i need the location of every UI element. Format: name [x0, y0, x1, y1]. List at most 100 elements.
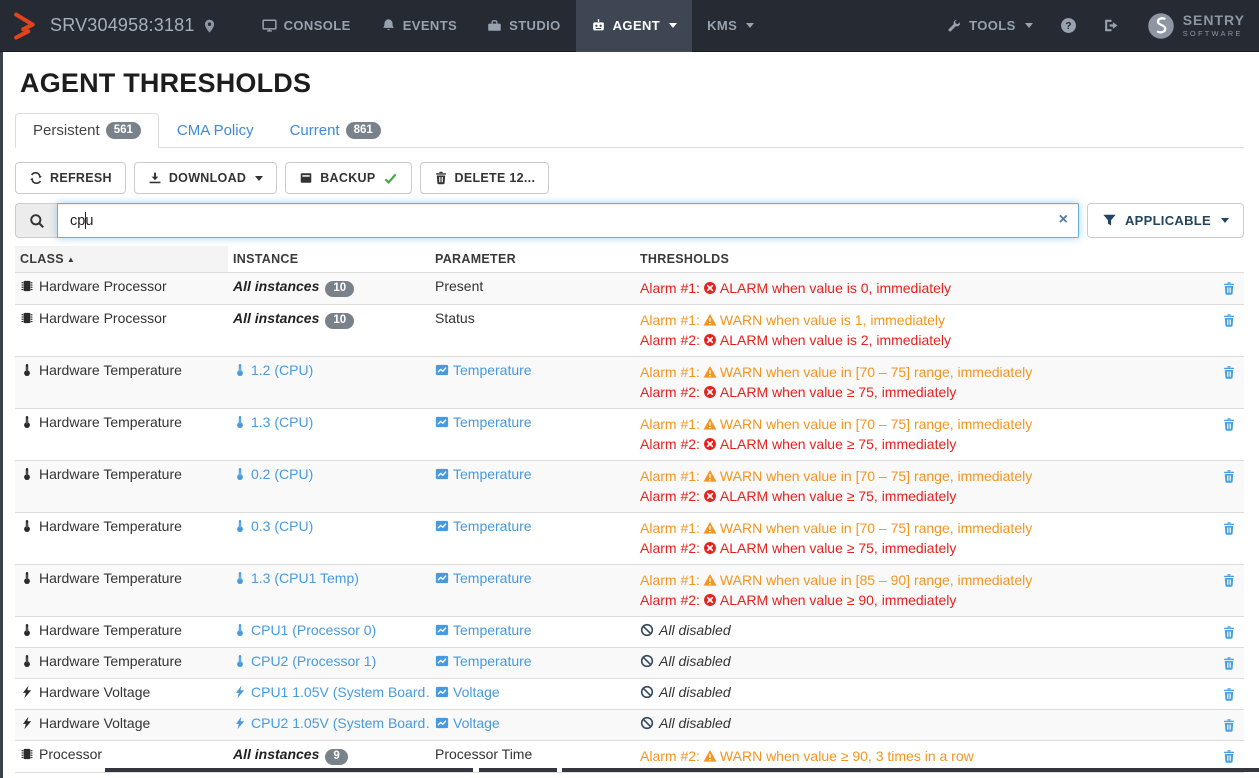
sentry-logo-icon[interactable] — [12, 11, 38, 41]
class-cell: Hardware Temperature — [15, 461, 228, 513]
delete-row-button[interactable] — [1222, 687, 1236, 703]
column-header-actions — [1200, 246, 1244, 273]
parameter-link[interactable]: Temperature — [435, 362, 532, 378]
menu-item-kms[interactable]: KMS — [692, 0, 769, 52]
class-label: Hardware Temperature — [39, 362, 182, 378]
parameter-link[interactable]: Temperature — [435, 518, 532, 534]
column-header-parameter[interactable]: PARAMETER — [430, 246, 635, 273]
thresholds-cell: All disabled — [635, 617, 1200, 648]
class-cell: Hardware Voltage — [15, 679, 228, 710]
help-button[interactable]: ? — [1047, 17, 1090, 34]
parameter-link[interactable]: Temperature — [435, 653, 532, 669]
delete-row-button[interactable] — [1222, 521, 1236, 537]
warning-icon — [703, 469, 717, 483]
search-input[interactable] — [57, 203, 1079, 238]
parameter-link[interactable]: Voltage — [435, 715, 500, 731]
parameter-link[interactable]: Temperature — [435, 570, 532, 586]
instance-link[interactable]: 1.2 (CPU) — [233, 362, 313, 378]
threshold-line: Alarm #1:WARN when value in [85 – 90] ra… — [640, 570, 1195, 590]
instance-link[interactable]: 0.3 (CPU) — [233, 518, 313, 534]
menu-item-events[interactable]: EVENTS — [366, 0, 472, 52]
instance-cell: CPU2 (Processor 1) — [228, 648, 430, 679]
table-row: Hardware Temperature 0.2 (CPU) Temperature… — [15, 461, 1244, 513]
actions-cell — [1200, 409, 1244, 461]
actions-cell — [1200, 710, 1244, 741]
column-header-class[interactable]: CLASS▲ — [15, 246, 228, 273]
parameter-link[interactable]: Temperature — [435, 622, 532, 638]
chevron-down-icon — [746, 23, 754, 28]
text-cursor — [85, 212, 86, 229]
backup-button[interactable]: BACKUP — [285, 162, 411, 194]
delete-row-button[interactable] — [1222, 313, 1236, 329]
button-label: DELETE 12... — [455, 171, 536, 185]
tools-menu[interactable]: TOOLS — [934, 18, 1047, 33]
applicable-filter-button[interactable]: APPLICABLE — [1087, 203, 1244, 238]
parameter-cell: Status — [430, 305, 635, 357]
delete-row-button[interactable] — [1222, 469, 1236, 485]
delete-row-button[interactable] — [1222, 281, 1236, 297]
question-circle-icon: ? — [1060, 17, 1077, 34]
tab-label: CMA Policy — [177, 122, 254, 139]
instance-cell: CPU1 1.05V (System Board… — [228, 679, 430, 710]
instance-link[interactable]: CPU2 (Processor 1) — [233, 653, 376, 669]
thresholds-cell: Alarm #1:WARN when value in [70 – 75] ra… — [635, 513, 1200, 565]
thermometer-icon — [20, 623, 34, 637]
instance-link[interactable]: CPU1 (Processor 0) — [233, 622, 376, 638]
instance-link[interactable]: 1.3 (CPU) — [233, 414, 313, 430]
filter-funnel-icon — [1102, 213, 1117, 228]
threshold-text: ALARM when value ≥ 75, immediately — [720, 540, 956, 556]
instance-link[interactable]: 0.2 (CPU) — [233, 466, 313, 482]
page-title: AGENT THRESHOLDS — [20, 68, 1244, 99]
trash-icon — [1222, 521, 1236, 536]
parameter-link[interactable]: Temperature — [435, 414, 532, 430]
actions-cell — [1200, 357, 1244, 409]
menu-label: STUDIO — [509, 18, 561, 33]
parameter-link[interactable]: Voltage — [435, 684, 500, 700]
actions-cell — [1200, 461, 1244, 513]
thresholds-table: CLASS▲ INSTANCE PARAMETER THRESHOLDS Har… — [15, 246, 1244, 773]
delete-row-button[interactable] — [1222, 365, 1236, 381]
thresholds-cell: All disabled — [635, 710, 1200, 741]
threshold-label: Alarm #1: — [640, 520, 700, 536]
delete-row-button[interactable] — [1222, 718, 1236, 734]
tab-cma-policy[interactable]: CMA Policy — [159, 113, 272, 148]
delete-button[interactable]: DELETE 12... — [420, 162, 550, 194]
app-window: SRV304958:3181 CONSOLE — [0, 0, 1259, 778]
threshold-line: Alarm #1:WARN when value in [70 – 75] ra… — [640, 362, 1195, 382]
studio-icon — [487, 18, 502, 33]
threshold-label: Alarm #1: — [640, 416, 700, 432]
instance-link[interactable]: CPU1 1.05V (System Board… — [233, 684, 430, 700]
class-cell: Hardware Temperature — [15, 513, 228, 565]
download-button[interactable]: DOWNLOAD — [134, 162, 277, 194]
location-pin-icon — [202, 18, 217, 34]
delete-row-button[interactable] — [1222, 417, 1236, 433]
thermometer-icon — [20, 467, 34, 481]
thermometer-icon — [20, 415, 34, 429]
parameter-link[interactable]: Temperature — [435, 466, 532, 482]
column-header-thresholds[interactable]: THRESHOLDS — [635, 246, 1200, 273]
delete-row-button[interactable] — [1222, 625, 1236, 641]
ban-icon — [640, 685, 654, 699]
menu-item-console[interactable]: CONSOLE — [247, 0, 366, 52]
tab-current[interactable]: Current 861 — [272, 113, 399, 148]
threshold-label: Alarm #2: — [640, 384, 700, 400]
warning-icon — [703, 313, 717, 327]
tab-persistent[interactable]: Persistent 561 — [15, 113, 159, 148]
instance-link[interactable]: CPU2 1.05V (System Board… — [233, 715, 430, 731]
robot-icon — [591, 18, 606, 33]
delete-row-button[interactable] — [1222, 749, 1236, 765]
delete-row-button[interactable] — [1222, 656, 1236, 672]
delete-row-button[interactable] — [1222, 573, 1236, 589]
trash-icon — [1222, 656, 1236, 671]
instance-cell: CPU2 1.05V (System Board… — [228, 710, 430, 741]
threshold-text: ALARM when value ≥ 90, immediately — [720, 592, 956, 608]
menu-item-studio[interactable]: STUDIO — [472, 0, 576, 52]
column-header-instance[interactable]: INSTANCE — [228, 246, 430, 273]
menu-item-agent[interactable]: AGENT — [576, 0, 693, 52]
tools-label: TOOLS — [969, 18, 1016, 33]
clear-search-icon[interactable]: × — [1059, 210, 1068, 230]
refresh-button[interactable]: REFRESH — [15, 162, 126, 194]
instance-link[interactable]: 1.3 (CPU1 Temp) — [233, 570, 359, 586]
threshold-text: WARN when value in [70 – 75] range, imme… — [720, 364, 1032, 380]
logout-button[interactable] — [1090, 17, 1133, 34]
